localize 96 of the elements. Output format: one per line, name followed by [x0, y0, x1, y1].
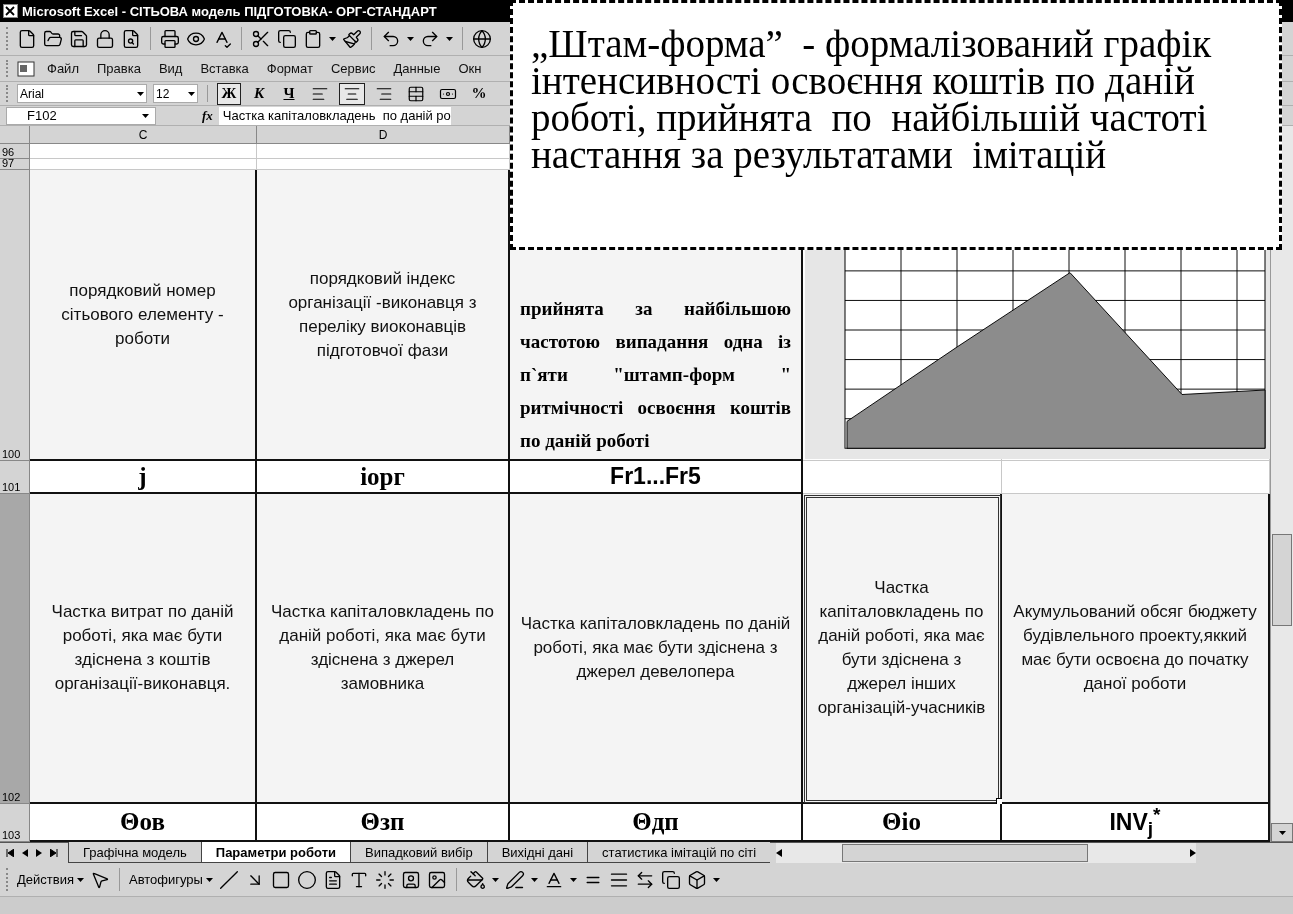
menu-item[interactable]: Данные [387, 61, 447, 76]
menu-item[interactable]: Окн [452, 61, 488, 76]
printer-icon[interactable] [160, 28, 180, 49]
font-size-field[interactable]: 12 [153, 84, 198, 103]
align-center-button[interactable] [339, 82, 365, 105]
sheet-tab[interactable]: статистика імітацій по сіті [587, 842, 771, 863]
shadow-icon[interactable] [660, 869, 681, 890]
actions-menu[interactable]: Действия [17, 872, 84, 887]
menu-item[interactable]: Файл [41, 61, 85, 76]
cell-text: порядковий номер сітьового елементу - роботи [60, 279, 225, 350]
sheet-tab[interactable]: Графічна модель [68, 842, 201, 863]
cell-text: прийнята за найбільшою частотою випадання одна із п`яти "штамп-форм " ритмічності освоєння коштів по даній роботі [520, 297, 791, 453]
cell-text: Θдп [632, 808, 679, 836]
cell-text: порядковий індекс організації -виконавця з переліку виоконавців підготовчої фази [287, 267, 478, 362]
fill-color-icon[interactable] [465, 869, 486, 890]
cell-text: Частка витрат по даній роботі, яка має бути здіснена з коштів організації-виконавця. [50, 601, 235, 695]
cell-text: Частка капіталовкладень по даній роботі, яка має бути здіснена з джерел замовника [270, 601, 495, 695]
first-sheet-icon[interactable] [6, 849, 14, 857]
merge-cells-icon [407, 84, 425, 103]
italic-button[interactable]: К [247, 82, 271, 105]
rectangle-icon[interactable] [270, 869, 291, 890]
autoshapes-menu[interactable]: Автофигуры [128, 872, 213, 887]
underline-button[interactable]: Ч [277, 82, 301, 105]
document-search-icon[interactable] [121, 28, 141, 49]
menu-item[interactable]: Вид [152, 61, 189, 76]
line-color-icon[interactable] [504, 869, 525, 890]
caret-icon[interactable] [76, 877, 84, 882]
paste-icon[interactable] [303, 28, 323, 49]
workbook-icon[interactable] [17, 60, 35, 77]
permission-icon[interactable] [95, 28, 115, 49]
cube-icon[interactable] [686, 869, 707, 890]
column-header[interactable]: C [30, 126, 257, 144]
row-header[interactable]: 101 [0, 461, 30, 494]
excel-logo-icon [3, 4, 18, 18]
caret-icon[interactable] [569, 877, 577, 882]
copy-icon[interactable] [277, 28, 297, 49]
brush-icon[interactable] [342, 28, 362, 49]
sheet-tab[interactable]: Випадковий вибір [350, 842, 487, 863]
cell-text: Частка капіталовкладень по даній роботі, яка має бути здіснена з джерел девелопера [520, 613, 791, 683]
oval-icon[interactable] [296, 869, 317, 890]
format-button[interactable]: Ж [217, 82, 241, 105]
sheet-tab[interactable]: Параметри роботи [200, 842, 350, 863]
caret-icon[interactable] [188, 91, 195, 96]
name-box[interactable]: F102 [6, 106, 156, 125]
scroll-left-icon[interactable] [776, 849, 783, 857]
line-icon[interactable] [218, 869, 239, 890]
scroll-thumb[interactable] [842, 844, 1089, 862]
menu-item[interactable]: Правка [90, 61, 147, 76]
picture-icon[interactable] [426, 869, 447, 890]
next-sheet-icon[interactable] [36, 849, 42, 857]
formula-field[interactable]: Частка капіталовкладень по даній ро [218, 106, 451, 125]
window-title: Microsoft Excel - СІТЬОВА модель ПІДГОТОВКА- ОРГ-СТАНДАРТ [22, 3, 437, 19]
folder-icon[interactable] [43, 28, 63, 49]
menu-item[interactable]: Сервис [324, 61, 382, 76]
cell-text: Θзп [360, 808, 405, 836]
caret-icon[interactable] [205, 877, 213, 882]
horizontal-scrollbar[interactable] [776, 843, 1197, 863]
caret-icon[interactable] [329, 36, 336, 41]
caret-icon[interactable] [446, 36, 453, 41]
caret-icon[interactable] [712, 877, 720, 882]
format-button[interactable]: % [467, 82, 491, 105]
caret-icon[interactable] [530, 877, 538, 882]
cell-text: Акумульований обсяг бюджету будівлельного проекту,яккий має бути освоєна до початку даної роботи [1012, 601, 1258, 695]
row-header[interactable]: 96 [0, 144, 30, 159]
function-label[interactable]: fx [202, 107, 213, 124]
caret-icon[interactable] [142, 113, 149, 118]
last-sheet-icon[interactable] [50, 849, 58, 857]
new-document-icon[interactable] [17, 28, 37, 49]
row-header[interactable]: 102 [0, 494, 30, 804]
column-header[interactable]: D [257, 126, 510, 144]
cell-text: iорг [360, 462, 405, 491]
caret-icon[interactable] [137, 91, 144, 96]
previous-sheet-icon[interactable] [22, 849, 28, 857]
clip-art-icon[interactable] [400, 869, 421, 890]
cell-text: Частка капіталовкладень по даній роботі, яка має бути здіснена з джерел інших організацій-учасників [816, 577, 987, 719]
scroll-down-button[interactable] [1271, 823, 1293, 842]
globe-icon[interactable] [472, 28, 492, 49]
cell-text: j [138, 462, 147, 491]
sheet-tab[interactable]: Вихідні дані [486, 842, 588, 863]
font-field[interactable]: Arial [17, 84, 147, 103]
vertical-scrollbar[interactable] [1270, 126, 1293, 842]
scroll-right-icon[interactable] [1190, 849, 1197, 857]
row-header[interactable]: 97 [0, 159, 30, 170]
down-arrow-icon [1278, 830, 1286, 835]
caret-icon[interactable] [407, 36, 414, 41]
row-header[interactable]: 103 [0, 804, 30, 842]
caret-icon[interactable] [491, 877, 499, 882]
row-header[interactable]: 100 [0, 170, 30, 461]
cell-text: Θio [882, 808, 921, 836]
scissors-icon[interactable] [251, 28, 271, 49]
diagram-icon[interactable] [374, 869, 395, 890]
cell-text: Θов [120, 808, 165, 836]
menu-item[interactable]: Вставка [194, 61, 255, 76]
menu-item[interactable]: Формат [260, 61, 319, 76]
scroll-thumb[interactable] [1272, 534, 1292, 626]
cell-text: Fr1...Fr5 [610, 463, 701, 490]
